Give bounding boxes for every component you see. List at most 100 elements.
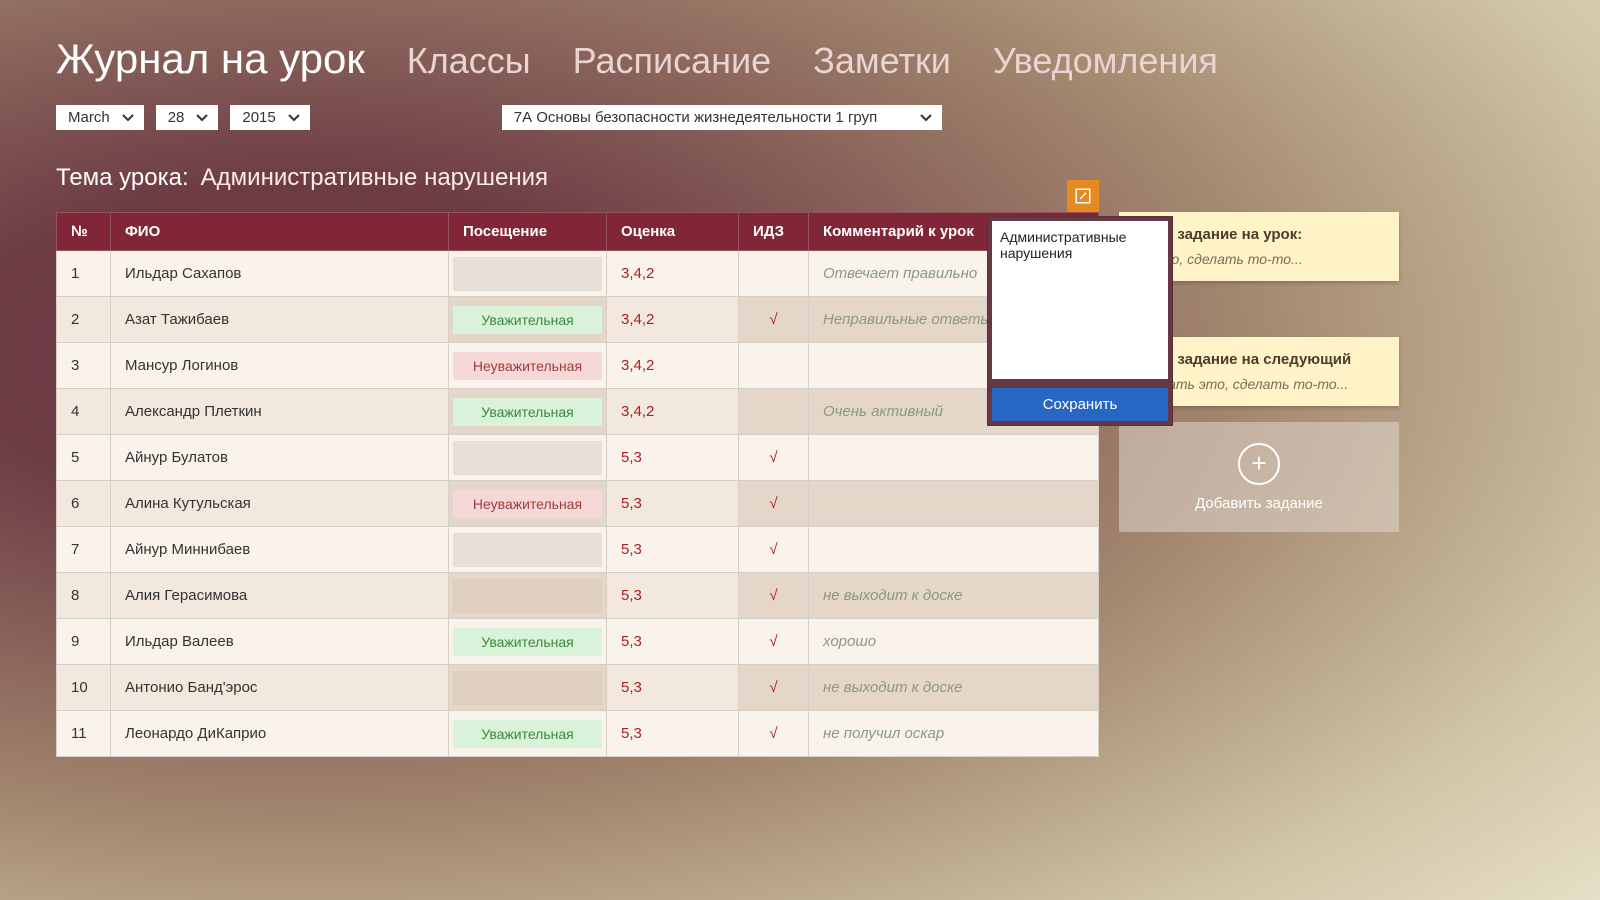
nav-schedule[interactable]: Расписание [573,40,771,82]
pencil-square-icon [1074,187,1092,205]
lesson-topic-label: Тема урока: [56,164,189,192]
table-row[interactable]: 5Айнур Булатов 5,3√ [57,435,1099,481]
attendance-cell[interactable]: Неуважительная [453,352,602,380]
add-task-button[interactable]: + Добавить задание [1119,422,1399,532]
student-name: Леонардо ДиКаприо [111,725,448,742]
student-name: Айнур Булатов [111,449,448,466]
col-grade: Оценка [607,213,739,251]
row-number: 6 [57,495,110,512]
edit-topic-button[interactable] [1067,180,1099,212]
idz-cell[interactable]: √ [739,449,808,466]
attendance-cell[interactable] [453,441,602,475]
student-name: Алия Герасимова [111,587,448,604]
nav-classes[interactable]: Классы [407,40,531,82]
comment-cell[interactable]: не получил оскар [809,725,1098,742]
table-row[interactable]: 3Мансур Логинов Неуважительная 3,4,2 [57,343,1099,389]
lesson-topic-value: Административные нарушения [201,164,548,192]
idz-cell[interactable]: √ [739,495,808,512]
student-name: Ильдар Валеев [111,633,448,650]
row-number: 3 [57,357,110,374]
chevron-down-icon [920,112,932,124]
subject-value: 7А Основы безопасности жизнедеятельности… [514,109,877,126]
student-name: Азат Тажибаев [111,311,448,328]
grade-cell[interactable]: 5,3 [607,541,738,558]
table-row[interactable]: 11Леонардо ДиКаприо Уважительная 5,3√не по… [57,711,1099,757]
student-name: Ильдар Сахапов [111,265,448,282]
idz-cell[interactable]: √ [739,541,808,558]
col-name: ФИО [111,213,449,251]
row-number: 9 [57,633,110,650]
idz-cell[interactable]: √ [739,587,808,604]
grade-cell[interactable]: 3,4,2 [607,265,738,282]
table-row[interactable]: 2Азат ТажибаевУважительная3,4,2√Неправил… [57,297,1099,343]
row-number: 5 [57,449,110,466]
day-dropdown[interactable]: 28 [156,105,219,130]
row-number: 1 [57,265,110,282]
idz-cell[interactable]: √ [739,679,808,696]
col-attend: Посещение [449,213,607,251]
grade-cell[interactable]: 5,3 [607,495,738,512]
subject-dropdown[interactable]: 7А Основы безопасности жизнедеятельности… [502,105,942,130]
student-name: Антонио Банд'эрос [111,679,448,696]
month-dropdown[interactable]: March [56,105,144,130]
student-name: Мансур Логинов [111,357,448,374]
grade-cell[interactable]: 3,4,2 [607,357,738,374]
edit-topic-popup: Сохранить [987,216,1173,426]
app-title: Журнал на урок [56,35,365,83]
year-value: 2015 [242,109,275,126]
nav-notifications[interactable]: Уведомления [993,40,1218,82]
row-number: 4 [57,403,110,420]
row-number: 11 [57,725,110,742]
idz-cell[interactable]: √ [739,633,808,650]
student-name: Александр Плеткин [111,403,448,420]
col-num: № [57,213,111,251]
attendance-cell[interactable] [453,533,602,567]
col-idz: ИДЗ [739,213,809,251]
table-row[interactable]: 6Алина Кутульская Неуважительная 5,3√ [57,481,1099,527]
month-value: March [68,109,110,126]
row-number: 2 [57,311,110,328]
grade-cell[interactable]: 5,3 [607,679,738,696]
attendance-cell[interactable]: Уважительная [453,398,602,426]
row-number: 7 [57,541,110,558]
attendance-cell[interactable] [453,257,602,291]
students-table: № ФИО Посещение Оценка ИДЗ Комментарий к… [56,212,1099,757]
attendance-cell[interactable] [453,671,602,705]
attendance-cell[interactable]: Уважительная [453,306,602,334]
table-row[interactable]: 8Алия Герасимова 5,3√не выходит к доске [57,573,1099,619]
nav-notes[interactable]: Заметки [813,40,951,82]
table-row[interactable]: 4Александр ПлеткинУважительная3,4,2Очень… [57,389,1099,435]
grade-cell[interactable]: 3,4,2 [607,403,738,420]
plus-icon: + [1238,443,1280,485]
table-row[interactable]: 7Айнур Миннибаев 5,3√ [57,527,1099,573]
grade-cell[interactable]: 5,3 [607,449,738,466]
row-number: 10 [57,679,110,696]
comment-cell[interactable]: не выходит к доске [809,679,1098,696]
topic-textarea[interactable] [992,221,1168,379]
chevron-down-icon [122,112,134,124]
grade-cell[interactable]: 5,3 [607,587,738,604]
idz-cell[interactable]: √ [739,311,808,328]
attendance-cell[interactable]: Неуважительная [453,490,602,518]
grade-cell[interactable]: 3,4,2 [607,311,738,328]
add-task-label: Добавить задание [1195,495,1323,512]
year-dropdown[interactable]: 2015 [230,105,309,130]
chevron-down-icon [196,112,208,124]
comment-cell[interactable]: хорошо [809,633,1098,650]
save-button[interactable]: Сохранить [992,388,1168,421]
attendance-cell[interactable]: Уважительная [453,628,602,656]
attendance-cell[interactable]: Уважительная [453,720,602,748]
chevron-down-icon [288,112,300,124]
idz-cell[interactable]: √ [739,725,808,742]
day-value: 28 [168,109,185,126]
student-name: Айнур Миннибаев [111,541,448,558]
table-row[interactable]: 10Антонио Банд'эрос 5,3√не выходит к доск… [57,665,1099,711]
row-number: 8 [57,587,110,604]
grade-cell[interactable]: 5,3 [607,633,738,650]
table-row[interactable]: 9Ильдар Валеев Уважительная 5,3√хорошо [57,619,1099,665]
grade-cell[interactable]: 5,3 [607,725,738,742]
attendance-cell[interactable] [453,579,602,613]
table-row[interactable]: 1Ильдар Сахапов3,4,2Отвечает правильно [57,251,1099,297]
student-name: Алина Кутульская [111,495,448,512]
comment-cell[interactable]: не выходит к доске [809,587,1098,604]
